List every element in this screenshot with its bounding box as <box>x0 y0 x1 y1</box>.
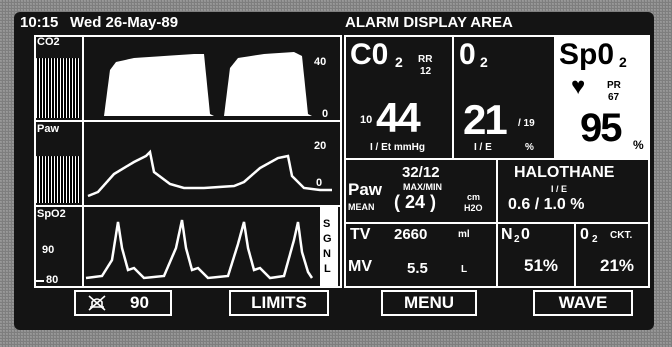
paw-maxmin-values: 32/12 <box>402 164 440 181</box>
o2-title-sub: 2 <box>480 54 488 70</box>
co2-inspired-value: 10 <box>360 114 373 126</box>
alarm-silenced-icon <box>88 295 106 311</box>
co2-title: C0 <box>350 38 389 71</box>
tv-unit: ml <box>458 229 470 240</box>
halothane-ie-label: I / E <box>551 184 568 194</box>
co2-footer: I / Et mmHg <box>370 142 426 153</box>
o2-title: 0 <box>459 38 476 71</box>
mv-unit: L <box>461 264 468 275</box>
alarm-display-title: ALARM DISPLAY AREA <box>345 14 513 31</box>
signal-letter: G <box>323 233 332 245</box>
paw-mean-label: MEAN <box>348 202 375 212</box>
tv-value: 2660 <box>394 226 428 243</box>
date-label: Wed 26-May-89 <box>70 14 179 31</box>
spo2-baseline-tick <box>36 280 44 282</box>
o2-ckt-title: 0 <box>580 226 589 243</box>
alarm-silence-value: 90 <box>130 293 149 312</box>
divider <box>452 35 454 159</box>
paw-title: Paw <box>348 180 383 199</box>
n2o-title: N <box>501 226 513 243</box>
spo2-wave-label: SpO2 <box>37 208 66 220</box>
divider <box>34 205 342 207</box>
co2-title-sub: 2 <box>395 54 403 70</box>
paw-scale-zero: 0 <box>316 177 323 189</box>
spo2-unit: % <box>633 138 644 152</box>
halothane-value: 0.6 / 1.0 % <box>508 196 585 213</box>
heart-icon: ♥ <box>571 73 586 100</box>
halothane-title: HALOTHANE <box>514 164 615 181</box>
paw-scale-top: 20 <box>314 140 327 152</box>
paw-waveform <box>87 149 332 198</box>
n2o-title-tail: 0 <box>521 226 530 243</box>
o2-expired-value: / 19 <box>518 118 535 129</box>
co2-value: 44 <box>376 94 421 141</box>
spo2-value: 95 <box>580 106 622 150</box>
paw-unit-top: cm <box>467 192 481 202</box>
monitor-frame: 10:15 Wed 26-May-89 ALARM DISPLAY AREA C… <box>0 0 672 347</box>
tv-label: TV <box>350 226 371 243</box>
rr-value: 12 <box>420 66 432 77</box>
paw-trend-bars <box>36 136 80 203</box>
pr-value: 67 <box>608 92 620 103</box>
spo2-title-sub: 2 <box>619 54 627 70</box>
signal-letter: L <box>324 263 331 275</box>
co2-trend-bars <box>36 50 80 118</box>
o2-value: 21 <box>463 96 508 143</box>
spo2-scale-bottom: 80 <box>46 274 59 286</box>
co2-scale-top: 40 <box>314 56 327 68</box>
signal-letter: S <box>323 218 331 230</box>
o2-ckt-value: 21% <box>600 256 635 275</box>
clock-time: 10:15 <box>20 14 59 31</box>
o2-footer-unit: % <box>525 142 534 153</box>
o2-footer-ie: I / E <box>474 142 492 153</box>
n2o-value: 51% <box>524 256 559 275</box>
o2-ckt-title-sub: 2 <box>592 234 598 245</box>
signal-letter: N <box>323 248 331 260</box>
menu-button[interactable]: MENU <box>381 290 477 316</box>
co2-scale-zero: 0 <box>322 108 329 120</box>
paw-unit-bottom: H2O <box>464 203 483 213</box>
paw-maxmin-label: MAX/MIN <box>403 182 442 192</box>
monitor-screen: 10:15 Wed 26-May-89 ALARM DISPLAY AREA C… <box>14 12 654 330</box>
limits-button[interactable]: LIMITS <box>229 290 329 316</box>
paw-mean-value: ( 24 ) <box>394 192 437 212</box>
n2o-title-sub: 2 <box>514 234 520 245</box>
paw-wave-label: Paw <box>37 123 60 135</box>
wave-button[interactable]: WAVE <box>533 290 633 316</box>
spo2-scale-top: 90 <box>42 244 55 256</box>
ckt-label: CKT. <box>610 230 633 241</box>
alarm-silence-button[interactable]: 90 <box>74 290 172 316</box>
pr-label: PR <box>607 80 621 91</box>
spo2-waveform <box>85 219 314 280</box>
spo2-title: Sp0 <box>559 38 615 71</box>
divider <box>574 222 576 288</box>
mv-value: 5.5 <box>407 260 428 277</box>
co2-wave-label: CO2 <box>37 36 60 48</box>
rr-label: RR <box>418 54 433 65</box>
mv-label: MV <box>348 258 372 275</box>
co2-waveform <box>84 52 334 116</box>
divider <box>496 158 498 288</box>
